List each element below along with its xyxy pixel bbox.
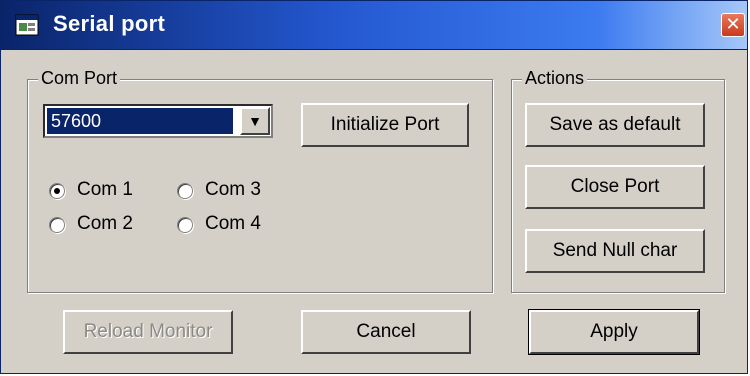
save-as-default-button[interactable]: Save as default [525, 103, 705, 147]
cancel-button[interactable]: Cancel [301, 310, 471, 354]
radio-label: Com 3 [205, 179, 261, 200]
chevron-down-icon[interactable]: ▼ [240, 107, 270, 135]
apply-button[interactable]: Apply [528, 309, 700, 355]
radio-label: Com 1 [77, 179, 133, 200]
baud-rate-value: 57600 [47, 108, 233, 134]
radio-dot [54, 188, 60, 194]
radio-button[interactable] [177, 217, 193, 233]
window-title: Serial port [53, 11, 166, 36]
title-bar[interactable]: Serial port ✕ [1, 1, 747, 50]
send-null-char-button[interactable]: Send Null char [525, 229, 705, 273]
close-icon[interactable]: ✕ [721, 13, 745, 37]
initialize-port-button[interactable]: Initialize Port [301, 103, 469, 147]
radio-label: Com 4 [205, 213, 261, 234]
com-port-legend: Com Port [38, 68, 121, 89]
serial-port-dialog: Serial port ✕ Com Port 57600 ▼ Initializ… [0, 0, 748, 374]
close-port-button[interactable]: Close Port [525, 165, 705, 209]
reload-monitor-button[interactable]: Reload Monitor [63, 310, 233, 354]
radio-button[interactable] [177, 183, 193, 199]
radio-button[interactable] [49, 217, 65, 233]
window-icon [15, 14, 39, 36]
radio-button-checked[interactable] [49, 183, 65, 199]
radio-label: Com 2 [77, 213, 133, 234]
baud-rate-combo[interactable]: 57600 ▼ [43, 104, 273, 138]
actions-legend: Actions [522, 68, 588, 89]
